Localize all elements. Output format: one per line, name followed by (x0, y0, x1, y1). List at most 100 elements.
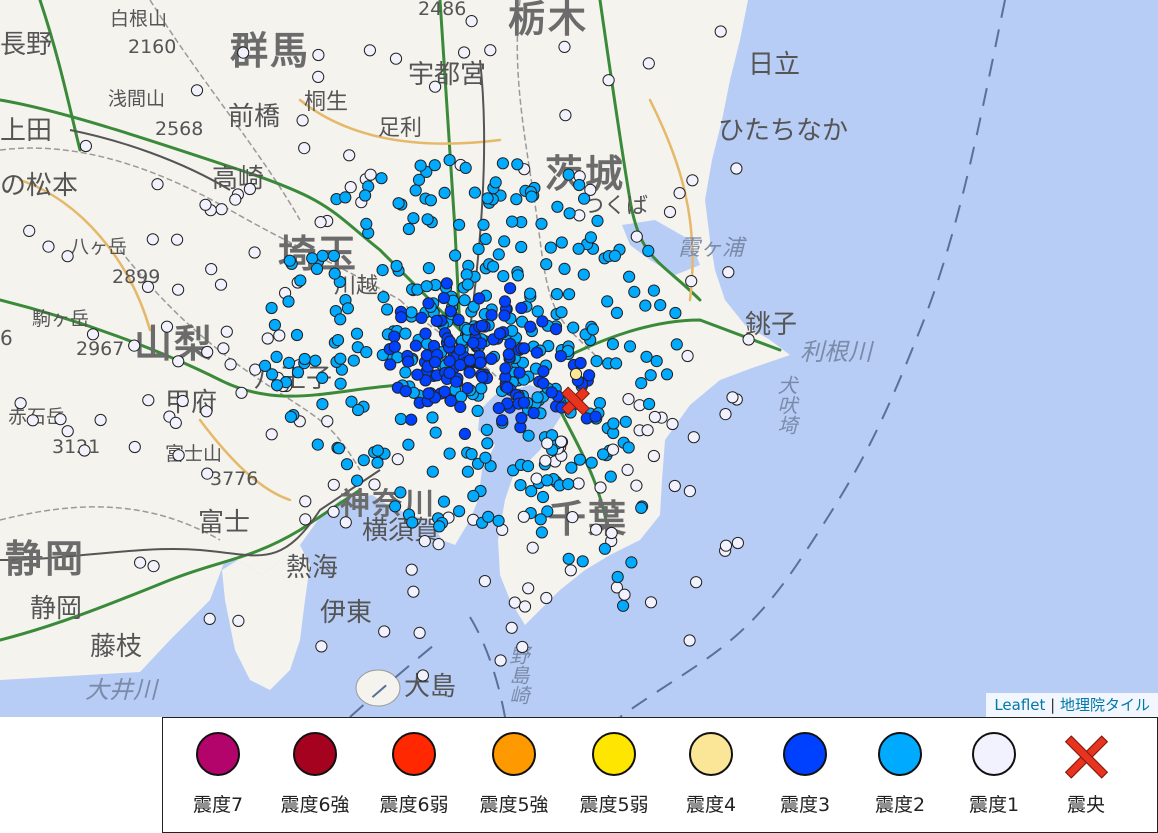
station-marker[interactable] (499, 362, 512, 375)
station-marker[interactable] (586, 323, 600, 336)
station-marker[interactable] (521, 460, 535, 473)
station-marker[interactable] (554, 350, 568, 363)
station-marker[interactable] (261, 332, 274, 345)
station-marker[interactable] (440, 277, 453, 290)
station-marker[interactable] (190, 84, 204, 97)
station-marker[interactable] (467, 336, 480, 349)
station-marker[interactable] (478, 575, 491, 588)
station-marker[interactable] (312, 70, 325, 84)
station-marker[interactable] (514, 479, 527, 492)
station-marker[interactable] (172, 449, 185, 462)
station-marker[interactable] (407, 585, 420, 598)
station-marker[interactable] (536, 315, 549, 328)
station-marker[interactable] (550, 288, 564, 301)
station-marker[interactable] (619, 415, 632, 428)
station-marker[interactable] (549, 323, 563, 336)
station-marker[interactable] (510, 193, 523, 206)
station-marker[interactable] (169, 416, 182, 429)
station-marker[interactable] (481, 192, 494, 205)
station-marker[interactable] (522, 582, 535, 595)
station-marker[interactable] (390, 259, 403, 273)
station-marker[interactable] (642, 57, 655, 70)
station-marker[interactable] (350, 327, 364, 340)
station-marker[interactable] (298, 142, 311, 155)
station-marker[interactable] (485, 352, 498, 365)
station-marker[interactable] (316, 371, 329, 384)
station-marker[interactable] (522, 429, 535, 442)
station-marker[interactable] (215, 203, 228, 216)
station-marker[interactable] (316, 398, 329, 411)
station-marker[interactable] (555, 306, 568, 319)
station-marker[interactable] (426, 411, 439, 424)
station-marker[interactable] (248, 246, 261, 259)
station-marker[interactable] (563, 207, 576, 220)
station-marker[interactable] (23, 224, 36, 237)
station-marker[interactable] (421, 213, 434, 226)
station-marker[interactable] (341, 302, 354, 315)
station-marker[interactable] (378, 625, 391, 638)
station-marker[interactable] (151, 178, 164, 191)
station-marker[interactable] (468, 186, 481, 199)
station-marker[interactable] (551, 200, 564, 213)
station-marker[interactable] (465, 448, 478, 461)
station-marker[interactable] (449, 249, 462, 262)
station-marker[interactable] (476, 370, 489, 384)
station-marker[interactable] (78, 444, 91, 457)
station-marker[interactable] (540, 591, 553, 605)
station-marker[interactable] (647, 284, 661, 297)
station-marker[interactable] (594, 481, 607, 494)
station-marker[interactable] (525, 190, 538, 203)
station-marker[interactable] (283, 254, 296, 267)
station-marker[interactable] (402, 355, 415, 368)
station-marker[interactable] (569, 367, 583, 381)
station-marker[interactable] (574, 356, 587, 370)
station-marker[interactable] (443, 355, 456, 368)
station-marker[interactable] (530, 472, 543, 485)
station-marker[interactable] (443, 335, 456, 348)
station-marker[interactable] (668, 479, 681, 493)
station-marker[interactable] (722, 266, 735, 279)
station-marker[interactable] (535, 217, 548, 230)
station-marker[interactable] (291, 366, 305, 379)
station-marker[interactable] (265, 301, 278, 315)
station-marker[interactable] (628, 285, 641, 298)
gsi-tile-link[interactable]: 地理院タイル (1060, 696, 1150, 714)
station-marker[interactable] (471, 404, 484, 417)
station-marker[interactable] (443, 366, 456, 380)
station-marker[interactable] (61, 250, 74, 263)
station-marker[interactable] (617, 599, 630, 612)
station-marker[interactable] (413, 626, 426, 640)
station-marker[interactable] (321, 415, 334, 428)
station-marker[interactable] (294, 274, 307, 287)
station-marker[interactable] (406, 516, 419, 529)
station-marker[interactable] (690, 576, 703, 589)
station-marker[interactable] (473, 292, 486, 305)
station-marker[interactable] (419, 327, 432, 340)
station-marker[interactable] (513, 366, 526, 379)
station-marker[interactable] (375, 172, 388, 185)
station-marker[interactable] (399, 385, 412, 398)
station-marker[interactable] (452, 313, 465, 326)
station-marker[interactable] (270, 350, 283, 363)
station-marker[interactable] (42, 240, 55, 253)
station-marker[interactable] (359, 189, 372, 202)
station-marker[interactable] (501, 381, 514, 394)
station-marker[interactable] (310, 262, 324, 275)
station-marker[interactable] (463, 366, 476, 379)
station-marker[interactable] (566, 510, 579, 524)
station-marker[interactable] (268, 318, 281, 332)
station-marker[interactable] (394, 412, 407, 426)
station-marker[interactable] (666, 417, 679, 431)
station-marker[interactable] (540, 258, 553, 271)
station-marker[interactable] (414, 159, 427, 172)
station-marker[interactable] (593, 397, 607, 410)
station-marker[interactable] (298, 352, 311, 366)
station-marker[interactable] (343, 149, 356, 162)
station-marker[interactable] (394, 486, 407, 499)
station-marker[interactable] (128, 339, 141, 352)
station-marker[interactable] (487, 260, 500, 273)
station-marker[interactable] (282, 295, 295, 308)
station-marker[interactable] (643, 397, 656, 411)
station-marker[interactable] (402, 438, 415, 451)
station-marker[interactable] (422, 262, 435, 275)
